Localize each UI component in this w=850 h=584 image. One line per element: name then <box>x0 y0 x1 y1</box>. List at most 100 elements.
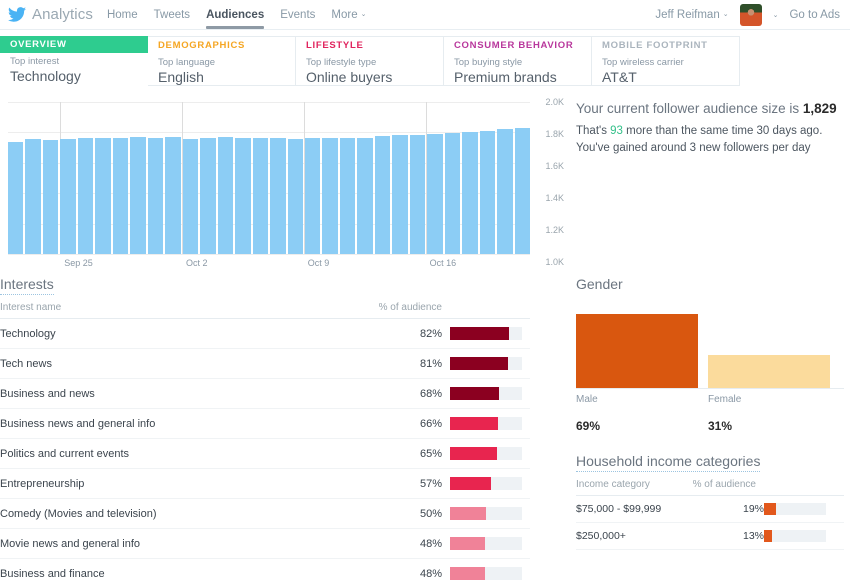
income-row[interactable]: $250,000+ 13% <box>576 522 844 550</box>
interest-row[interactable]: Politics and current events 65% <box>0 438 530 469</box>
user-menu-button[interactable]: Jeff Reifman ⌄ <box>655 9 728 21</box>
nav-right-group: Jeff Reifman ⌄ ⌄ Go to Ads <box>655 3 840 26</box>
interest-row-bar-track <box>450 357 522 370</box>
interest-row[interactable]: Tech news 81% <box>0 348 530 379</box>
nav-link-home-label: Home <box>106 8 138 21</box>
chart-bar[interactable] <box>374 136 391 254</box>
card-demographics-sub: Top language <box>158 57 216 68</box>
go-to-ads-link[interactable]: Go to Ads <box>789 9 840 21</box>
nav-link-more[interactable]: More ⌄ <box>331 0 366 30</box>
chart-y-axis-labels: 2.0K 1.8K 1.6K 1.4K 1.2K 1.0K <box>532 94 566 267</box>
chart-bar[interactable] <box>444 133 461 254</box>
card-mobile-footprint-sub: Top wireless carrier <box>602 57 684 68</box>
chart-bar[interactable] <box>427 133 443 254</box>
interest-row[interactable]: Business news and general info 66% <box>0 408 530 439</box>
chart-bar[interactable] <box>357 137 373 254</box>
chart-bar[interactable] <box>409 134 426 254</box>
interest-row[interactable]: Entrepreneurship 57% <box>0 468 530 499</box>
chart-bar[interactable] <box>392 135 408 254</box>
nav-link-events[interactable]: Events <box>280 0 315 30</box>
card-mobile-footprint-tag: MOBILE FOOTPRINT <box>602 40 708 51</box>
chart-bar[interactable] <box>304 138 321 254</box>
chevron-down-icon: ⌄ <box>722 10 729 18</box>
chart-bar[interactable] <box>130 136 146 254</box>
nav-link-tweets[interactable]: Tweets <box>154 0 190 30</box>
user-name-label: Jeff Reifman <box>655 8 720 21</box>
chart-bar[interactable] <box>339 138 356 254</box>
interest-row-bar-track <box>450 537 522 550</box>
interests-col-bar <box>450 302 530 319</box>
card-mobile-footprint[interactable]: MOBILE FOOTPRINT Top wireless carrier AT… <box>592 36 740 86</box>
interest-row-bar-cell <box>450 498 530 529</box>
nav-link-tweets-label: Tweets <box>153 8 191 21</box>
summary-delta: 93 <box>610 125 623 138</box>
chart-gridline <box>8 254 530 255</box>
chart-bar[interactable] <box>77 138 94 254</box>
interest-row-bar-track <box>450 327 522 340</box>
gender-bar-female[interactable] <box>708 354 830 388</box>
income-panel: Household income categories Income categ… <box>576 453 844 550</box>
income-row-name: $75,000 - $99,999 <box>576 495 679 523</box>
income-row[interactable]: $75,000 - $99,999 19% <box>576 495 844 523</box>
chart-bar[interactable] <box>25 139 41 254</box>
chart-bar[interactable] <box>497 129 513 254</box>
audience-summary: Your current follower audience size is 1… <box>568 94 850 276</box>
card-mobile-footprint-value: AT&T <box>602 69 637 85</box>
interest-row[interactable]: Technology 82% <box>0 318 530 349</box>
interest-row[interactable]: Comedy (Movies and television) 50% <box>0 498 530 529</box>
chart-bar[interactable] <box>147 138 164 254</box>
interest-row[interactable]: Business and news 68% <box>0 378 530 409</box>
avatar[interactable] <box>739 3 762 26</box>
chart-bar[interactable] <box>514 128 531 254</box>
gender-bar-male[interactable] <box>576 314 698 388</box>
card-consumer-behavior[interactable]: CONSUMER BEHAVIOR Top buying style Premi… <box>444 36 592 86</box>
interest-row-bar-fill <box>450 567 485 580</box>
card-demographics[interactable]: DEMOGRAPHICS Top language English <box>148 36 296 86</box>
income-table: Income category % of audience $75,000 - … <box>576 479 844 550</box>
chart-y-tick: 1.8K <box>545 129 564 139</box>
card-lifestyle-sub: Top lifestyle type <box>306 57 377 68</box>
gender-chart <box>576 309 844 389</box>
chart-bar[interactable] <box>462 132 478 254</box>
gender-bar-column <box>708 354 830 388</box>
chart-bar[interactable] <box>182 139 199 254</box>
chart-bar[interactable] <box>112 138 129 254</box>
chart-bar[interactable] <box>42 140 59 254</box>
interest-row-bar-cell <box>450 378 530 409</box>
interest-row-bar-cell <box>450 348 530 379</box>
interest-row[interactable]: Movie news and general info 48% <box>0 528 530 559</box>
card-lifestyle[interactable]: LIFESTYLE Top lifestyle type Online buye… <box>296 36 444 86</box>
summary-headline: Your current follower audience size is 1… <box>576 100 844 118</box>
income-row-percent: 13% <box>678 522 764 550</box>
chart-x-tick: Oct 16 <box>429 258 457 268</box>
chart-bar[interactable] <box>287 138 303 254</box>
chart-bar[interactable] <box>252 138 269 254</box>
card-overview[interactable]: OVERVIEW Top interest Technology <box>0 36 148 86</box>
chart-bar[interactable] <box>165 136 181 254</box>
chart-bar[interactable] <box>95 137 111 254</box>
interest-row-percent: 57% <box>309 468 450 499</box>
nav-link-audiences[interactable]: Audiences <box>206 0 265 30</box>
chart-bars <box>8 102 531 254</box>
interest-row-name: Comedy (Movies and television) <box>0 498 310 529</box>
interests-table: Interest name % of audience Technology 82… <box>0 302 530 584</box>
chart-bar[interactable] <box>217 137 234 254</box>
gender-labels: Male Female <box>576 394 844 405</box>
summary-follower-count: 1,829 <box>802 101 837 116</box>
brand-logo[interactable]: Analytics <box>8 6 93 23</box>
chart-bar[interactable] <box>60 139 76 254</box>
chart-bar[interactable] <box>8 142 24 254</box>
chart-bar[interactable] <box>235 137 251 254</box>
card-demographics-value: English <box>158 69 204 85</box>
interest-row-name: Business and finance <box>0 558 310 584</box>
interest-row-bar-track <box>450 387 522 400</box>
chevron-down-icon[interactable]: ⌄ <box>773 11 779 19</box>
chart-bar[interactable] <box>479 131 496 254</box>
chart-bar[interactable] <box>200 138 216 254</box>
income-col-pct: % of audience <box>678 479 764 496</box>
chart-bar[interactable] <box>270 137 286 254</box>
nav-link-home[interactable]: Home <box>107 0 138 30</box>
interest-row-bar-cell <box>450 528 530 559</box>
chart-bar[interactable] <box>322 138 338 254</box>
interest-row[interactable]: Business and finance 48% <box>0 558 530 584</box>
